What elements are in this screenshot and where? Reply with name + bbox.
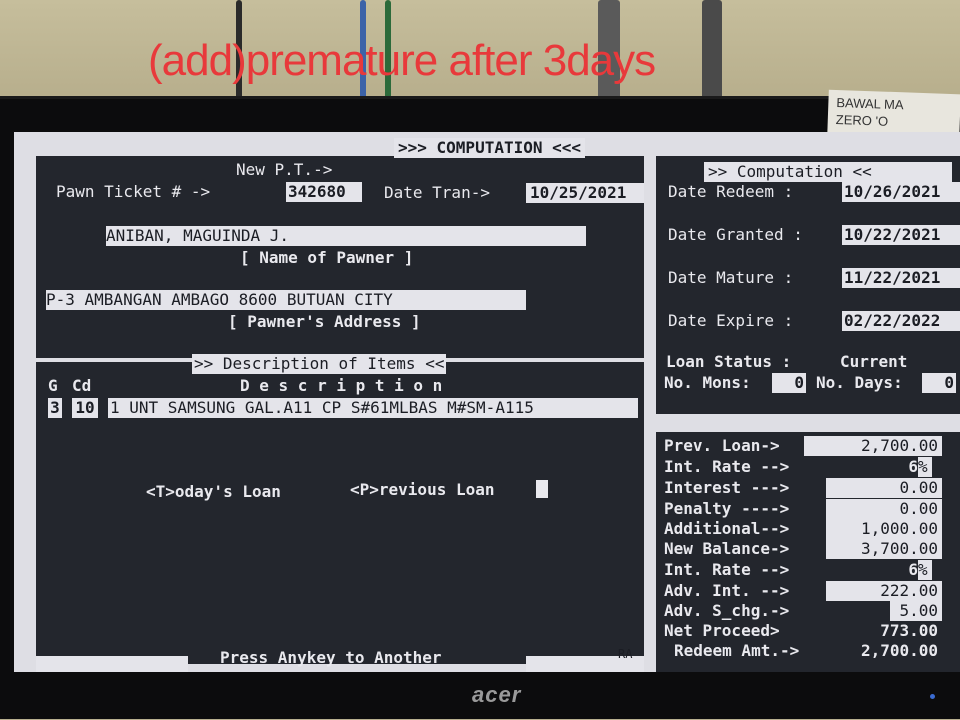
penalty-label: Penalty ----> xyxy=(664,499,790,518)
prev-loan-label: Prev. Loan-> xyxy=(664,436,780,455)
date-granted-label: Date Granted : xyxy=(668,225,803,244)
previous-loan-option[interactable]: <P>revious Loan xyxy=(350,480,495,500)
new-pt-label: New P.T.-> xyxy=(236,160,333,179)
item-g-field[interactable]: 3 xyxy=(48,398,62,418)
monitor-logo: acer xyxy=(472,682,522,707)
date-mature-field[interactable]: 11/22/2021 xyxy=(842,268,960,288)
power-led-icon xyxy=(930,694,935,699)
int-rate-2-value[interactable]: 6 xyxy=(884,560,918,580)
no-days-field[interactable]: 0 xyxy=(922,373,956,393)
items-header: >> Description of Items << xyxy=(192,354,447,374)
adv-int-field[interactable]: 222.00 xyxy=(826,581,942,601)
pawner-address-caption: [ Pawner's Address ] xyxy=(228,312,421,331)
date-expire-label: Date Expire : xyxy=(668,311,794,330)
terminal-screen: >>> COMPUTATION <<< New P.T.-> Pawn Tick… xyxy=(14,132,960,672)
todays-loan-option[interactable]: <T>oday's Loan xyxy=(146,482,281,502)
date-expire-field[interactable]: 02/22/2022 xyxy=(842,311,960,331)
adv-int-label: Adv. Int. --> xyxy=(664,581,790,600)
redeem-amt-label: Redeem Amt.-> xyxy=(674,641,800,660)
adv-schg-field[interactable]: 5.00 xyxy=(890,601,942,621)
interest-label: Interest ---> xyxy=(664,478,790,497)
column-g: G xyxy=(48,376,58,395)
loan-status-value: Current xyxy=(840,352,908,371)
new-balance-label: New Balance-> xyxy=(664,539,790,558)
penalty-field[interactable]: 0.00 xyxy=(826,499,942,519)
interest-field[interactable]: 0.00 xyxy=(826,478,942,498)
sticky-note-line2: ZERO 'O xyxy=(835,111,889,129)
net-proceed-label: Net Proceed> xyxy=(664,621,780,640)
cable xyxy=(702,0,722,100)
pawn-ticket-field[interactable]: 342680 xyxy=(286,182,362,202)
no-days-label: No. Days: xyxy=(816,373,903,392)
date-redeem-field[interactable]: 10/26/2021 xyxy=(842,182,960,202)
int-rate-percent: % xyxy=(918,457,932,477)
int-rate-value[interactable]: 6 xyxy=(884,457,918,477)
column-cd: Cd xyxy=(72,376,92,395)
int-rate-label: Int. Rate --> xyxy=(664,457,790,476)
date-mature-label: Date Mature : xyxy=(668,268,794,287)
adv-schg-label: Adv. S_chg.-> xyxy=(664,601,790,620)
date-granted-field[interactable]: 10/22/2021 xyxy=(842,225,960,245)
no-mons-label: No. Mons: xyxy=(664,373,751,392)
press-anykey-text: Press Anykey to Another xyxy=(220,648,442,667)
net-proceed-value: 773.00 xyxy=(880,621,938,640)
date-tran-label: Date Tran-> xyxy=(384,183,490,202)
redeem-amt-value: 2,700.00 xyxy=(860,641,938,660)
pawner-name-caption: [ Name of Pawner ] xyxy=(240,248,414,267)
no-mons-field[interactable]: 0 xyxy=(772,373,806,393)
date-redeem-label: Date Redeem : xyxy=(668,182,794,201)
item-cd-field[interactable]: 10 xyxy=(72,398,98,418)
date-tran-field[interactable]: 10/25/2021 xyxy=(526,183,644,203)
footer-ra-text: RA xyxy=(618,647,633,661)
column-description: D e s c r i p t i o n xyxy=(240,376,443,395)
screen-title: >>> COMPUTATION <<< xyxy=(394,138,586,158)
text-cursor xyxy=(536,480,548,498)
loan-status-label: Loan Status : xyxy=(666,352,792,371)
pawner-name-field[interactable]: ANIBAN, MAGUINDA J. xyxy=(106,226,586,246)
pawn-ticket-label: Pawn Ticket # -> xyxy=(56,182,211,201)
additional-field[interactable]: 1,000.00 xyxy=(826,519,942,539)
additional-label: Additional--> xyxy=(664,519,790,538)
prev-loan-field[interactable]: 2,700.00 xyxy=(804,436,942,456)
int-rate-2-percent: % xyxy=(918,560,932,580)
new-balance-field[interactable]: 3,700.00 xyxy=(826,539,942,559)
overlay-caption: (add)premature after 3days xyxy=(148,36,656,85)
footer-bar-left xyxy=(36,656,188,672)
computation-header: >> Computation << xyxy=(704,162,952,182)
pawner-address-field[interactable]: P-3 AMBANGAN AMBAGO 8600 BUTUAN CITY xyxy=(46,290,526,310)
item-description-field[interactable]: 1 UNT SAMSUNG GAL.A11 CP S#61MLBAS M#SM-… xyxy=(108,398,638,418)
int-rate-2-label: Int. Rate --> xyxy=(664,560,790,579)
